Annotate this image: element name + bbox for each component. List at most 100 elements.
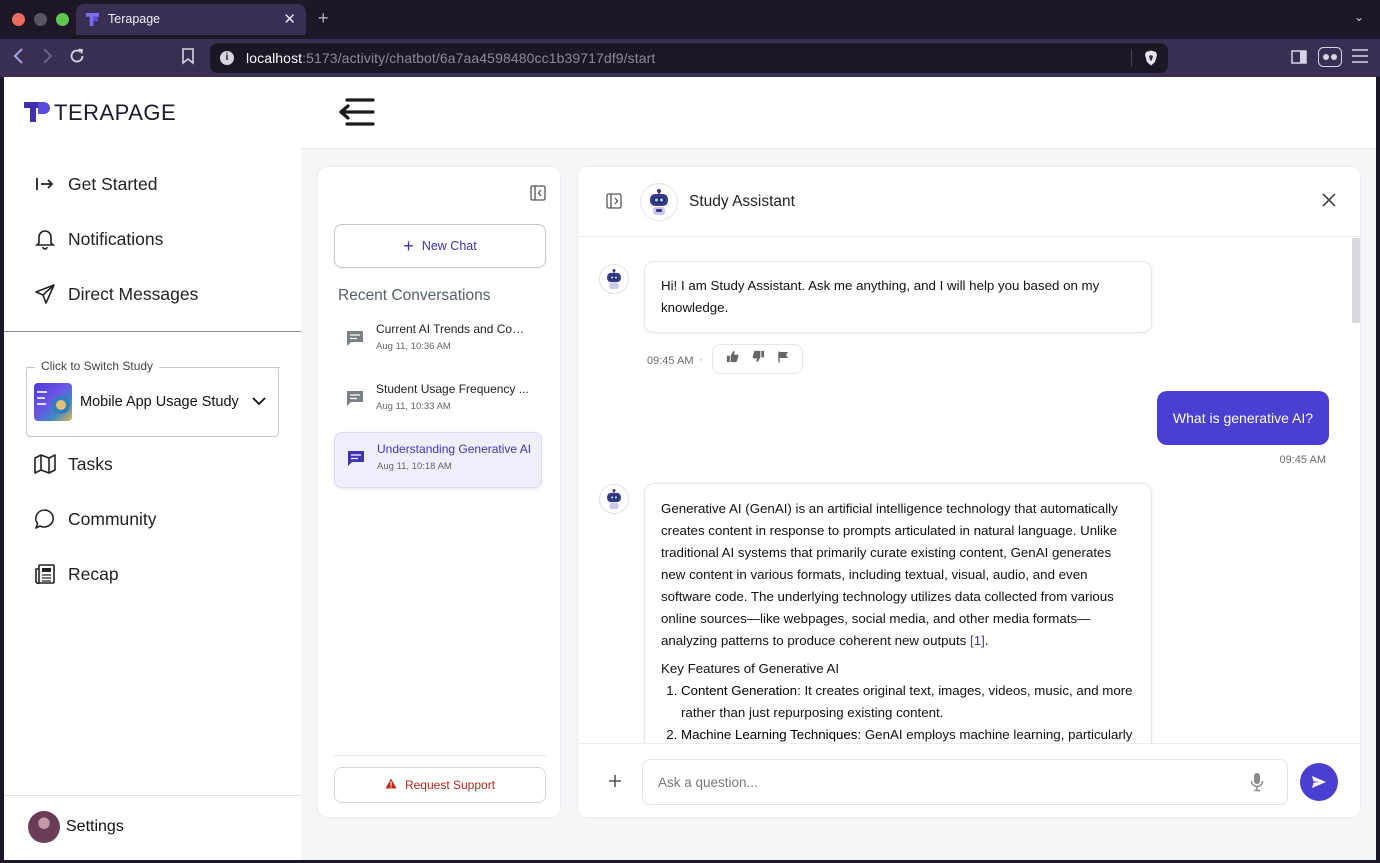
sidebar-item-community[interactable]: Community [34,504,157,534]
ask-question-input[interactable] [642,759,1288,805]
warning-icon [385,778,397,792]
logo-text: TERAPAGE [54,100,177,125]
sidebar-item-label: Direct Messages [68,283,199,304]
feedback-controls [712,344,803,374]
conversation-date: Aug 11, 10:18 AM [377,461,452,472]
message-timestamp: 09:45 AM [1279,454,1326,466]
conversation-item[interactable]: Current AI Trends and Com... Aug 11, 10:… [334,313,542,369]
address-bar[interactable]: i localhost:5173/activity/chatbot/6a7aa4… [210,43,1168,73]
feature-term: Machine Learning Techniques [681,727,858,742]
conversation-item[interactable]: Student Usage Frequency ... Aug 11, 10:3… [334,373,542,429]
conversation-date: Aug 11, 10:33 AM [376,401,451,412]
tab-list-chevron-icon[interactable]: ⌄ [1354,10,1364,24]
list-item: Content Generation: It creates original … [681,680,1135,724]
brave-shield-icon[interactable] [1144,50,1158,66]
assistant-avatar [599,484,629,514]
reload-icon[interactable] [68,47,86,69]
page: TERAPAGE Get Started Notifications Direc… [4,77,1376,860]
message-icon [347,450,365,472]
study-switcher-border [159,367,280,368]
message-list[interactable]: Hi! I am Study Assistant. Ask me anythin… [578,238,1360,743]
conversations-panel: + New Chat Recent Conversations Current … [317,166,561,818]
feature-term: Content Generation [681,683,798,698]
request-support-button[interactable]: Request Support [334,767,546,803]
user-message: What is generative AI? [1156,391,1329,445]
newspaper-icon [34,563,56,585]
window-close-button[interactable] [12,13,25,26]
answer-paragraph: Generative AI (GenAI) is an artificial i… [661,501,1118,648]
window-minimize-button[interactable] [34,13,47,26]
microphone-icon[interactable] [1250,772,1264,797]
sidebar-item-notifications[interactable]: Notifications [34,224,163,254]
flag-icon[interactable] [778,350,789,368]
browser-toolbar: i localhost:5173/activity/chatbot/6a7aa4… [0,39,1380,77]
menu-collapse-icon[interactable] [339,97,375,132]
panel-divider [334,755,546,756]
send-button[interactable] [1300,763,1338,801]
toggle-conversations-icon[interactable] [606,193,622,214]
thumbs-down-icon[interactable] [752,350,765,368]
collapse-panel-icon[interactable] [530,185,546,206]
top-bar [301,77,1376,149]
sidebar-item-label: Tasks [68,453,113,474]
new-chat-button[interactable]: + New Chat [334,224,546,268]
reader-mode-icon[interactable] [1318,47,1342,70]
menu-icon[interactable] [1352,49,1368,66]
thumbs-up-icon[interactable] [726,350,739,368]
sidebar-item-tasks[interactable]: Tasks [34,449,113,479]
sidebar-item-label: Community [68,508,157,529]
sidebar-item-label: Notifications [68,228,164,249]
settings-link[interactable]: Settings [28,811,124,843]
assistant-message: Generative AI (GenAI) is an artificial i… [644,483,1152,743]
feature-list: Content Generation: It creates original … [681,680,1135,743]
message-icon [346,330,364,352]
chevron-down-icon[interactable] [252,393,266,411]
chat-title: Study Assistant [689,193,795,210]
conversation-title: Current AI Trends and Com... [376,322,532,336]
send-icon [34,283,56,305]
sidebar-item-recap[interactable]: Recap [34,559,119,589]
close-icon[interactable] [1322,193,1336,212]
sidebar-divider [4,331,301,332]
selected-study-name[interactable]: Mobile App Usage Study [80,394,239,410]
forward-icon[interactable] [40,47,54,69]
new-tab-icon[interactable]: + [318,8,329,29]
feature-text: : GenAI employs machine learning, partic… [857,727,1133,742]
back-icon[interactable] [12,47,26,69]
conversation-date: Aug 11, 10:36 AM [376,341,451,352]
citation-link[interactable]: [1] [970,633,985,648]
sidebar: TERAPAGE Get Started Notifications Direc… [4,77,301,860]
send-icon [1312,776,1326,788]
add-attachment-icon[interactable] [608,772,622,792]
sidebar-item-label: Recap [68,563,119,584]
conversation-item-active[interactable]: Understanding Generative AI Aug 11, 10:1… [334,432,542,488]
robot-icon [650,189,668,215]
answer-heading: Key Features of Generative AI [661,661,840,676]
browser-tab[interactable]: Terapage ✕ [76,4,306,35]
message-timestamp: 09:45 AM [647,355,694,367]
window-zoom-button[interactable] [56,13,69,26]
chat-header: Study Assistant [578,167,1360,237]
assistant-message: Hi! I am Study Assistant. Ask me anythin… [644,261,1152,333]
chat-bubble-icon [34,508,56,530]
message-text: Hi! I am Study Assistant. Ask me anythin… [661,278,1100,315]
browser-tab-bar: Terapage ✕ + ⌄ [0,0,1380,39]
conversation-title: Student Usage Frequency ... [376,382,529,396]
sidebar-toggle-icon[interactable] [1291,49,1307,68]
request-support-label: Request Support [404,778,496,792]
scrollbar-thumb[interactable] [1352,238,1360,323]
bookmark-icon[interactable] [181,47,195,69]
site-info-icon[interactable]: i [220,51,234,65]
assistant-avatar [640,183,678,221]
study-switcher-border [26,367,35,368]
sidebar-item-direct-messages[interactable]: Direct Messages [34,279,198,309]
conversation-title: Understanding Generative AI [377,442,532,456]
tab-close-icon[interactable]: ✕ [283,10,296,28]
tab-title: Terapage [108,12,161,26]
robot-icon [607,269,621,289]
terapage-logo[interactable]: TERAPAGE [24,100,177,125]
settings-label: Settings [66,818,124,835]
message-icon [346,390,364,412]
study-thumbnail [34,383,72,421]
sidebar-item-get-started[interactable]: Get Started [34,169,158,199]
